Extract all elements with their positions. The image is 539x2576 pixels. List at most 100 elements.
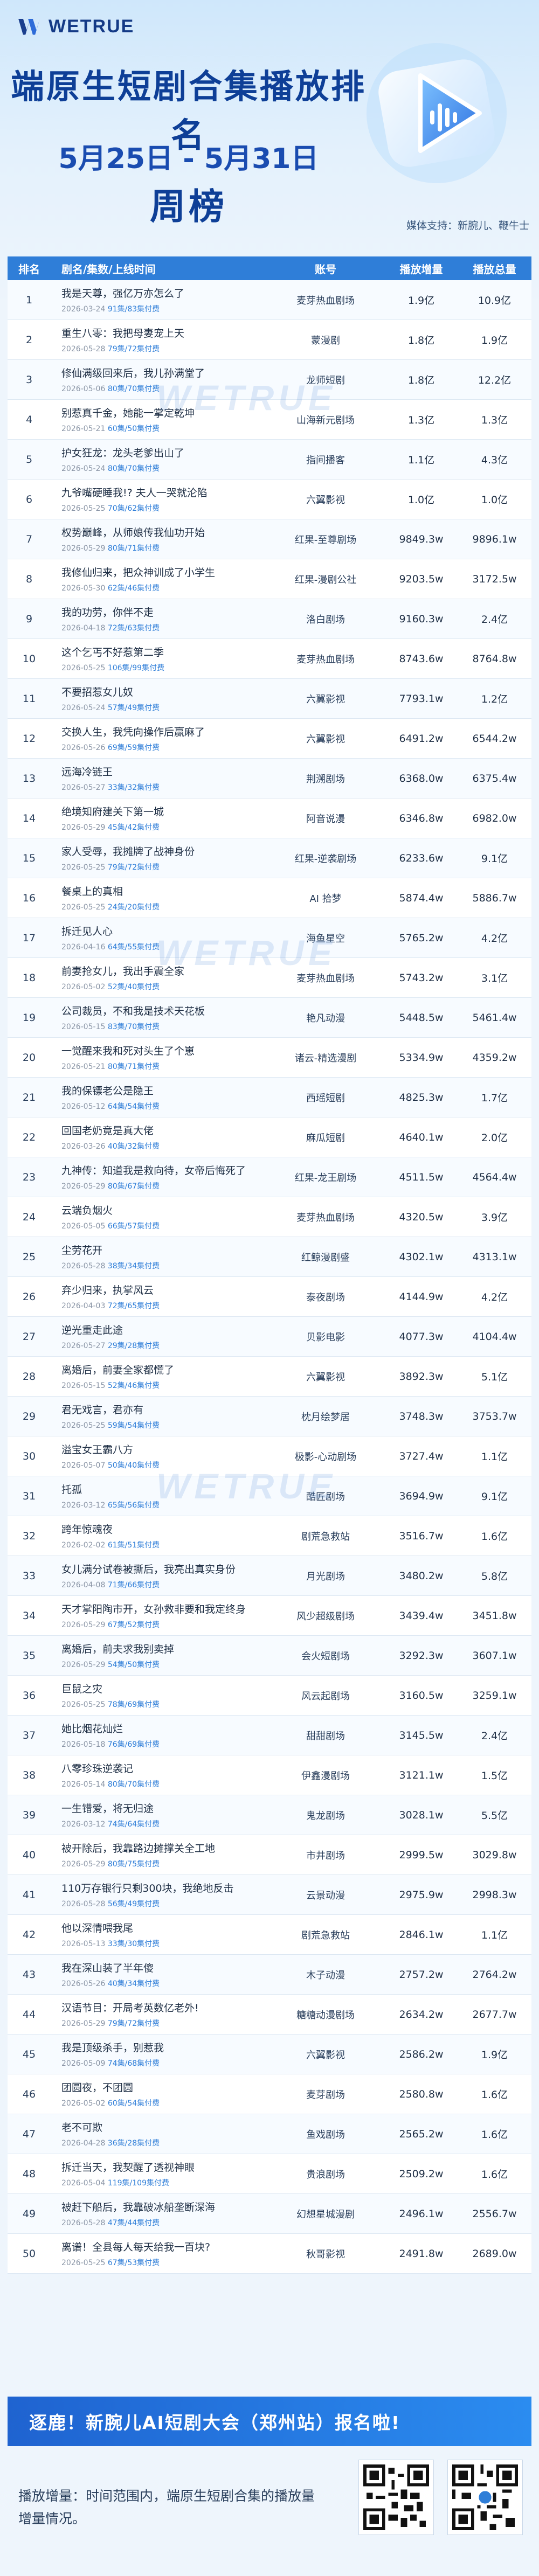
table-row[interactable]: 21 我的保镖老公是隐王 2026-05-12 64集/54集付费 西瑶短剧 4825.… [8, 1078, 531, 1117]
table-row[interactable]: 40 被开除后，我靠路边摊撑关全工地 2026-05-29 80集/75集付费 市井剧… [8, 1835, 531, 1875]
table-row[interactable]: 9 我的功劳，你伴不走 2026-04-18 72集/63集付费 洛白剧场 9160.3… [8, 599, 531, 639]
rank-cell: 27 [22, 1330, 36, 1343]
table-row[interactable]: 35 离婚后，前夫求我别卖掉 2026-05-29 54集/50集付费 会火短剧场 32… [8, 1636, 531, 1676]
table-row[interactable]: 13 远海冷链王 2026-05-27 33集/32集付费 荆溯剧场 6368.0w 63… [8, 759, 531, 799]
total-cell: 4359.2w [472, 1051, 517, 1064]
table-row[interactable]: 50 离谱！全县每人每天给我一百块? 2026-05-25 67集/53集付费 秋哥影… [8, 2234, 531, 2274]
date-range: 5月25日 - 5月31日 [58, 143, 319, 175]
table-row[interactable]: 49 被赶下船后，我靠破冰船垄断深海 2026-05-28 47集/44集付费 幻想星… [8, 2194, 531, 2234]
drama-title: 一觉醒来我和死对头生了个崽 [61, 1045, 195, 1057]
table-row[interactable]: 41 110万存银行只剩300块，我绝地反击 2026-05-28 56集/49集付… [8, 1875, 531, 1915]
episode-count: 119集/109集付费 [107, 2179, 169, 2188]
qr-code-icon[interactable] [358, 2460, 434, 2535]
rank-cell: 38 [22, 1769, 36, 1781]
table-row[interactable]: 45 我是顶级杀手，别惹我 2026-05-09 74集/68集付费 六翼影视 2586… [8, 2035, 531, 2074]
event-banner[interactable]: 逐鹿！新腕儿AI短剧大会（郑州站）报名啦! [8, 2397, 531, 2446]
table-row[interactable]: 31 托孤 2026-03-12 65集/56集付费 酷匠剧场 3694.9w 9.1亿 [8, 1476, 531, 1516]
table-row[interactable]: 33 女儿满分试卷被撕后，我亮出真实身份 2026-04-08 71集/66集付费 月… [8, 1556, 531, 1596]
drama-meta: 2026-05-29 80集/67集付费 [61, 1181, 266, 1191]
table-row[interactable]: 36 巨鼠之灾 2026-05-25 78集/69集付费 风云起剧场 3160.5w 32… [8, 1676, 531, 1716]
title-cell: 绝境知府建关下第一城 2026-05-29 45集/42集付费 [51, 804, 266, 832]
table-row[interactable]: 20 一觉醒来我和死对头生了个崽 2026-05-21 80集/71集付费 诸云-精选… [8, 1038, 531, 1078]
table-row[interactable]: 46 团圆夜，不团圆 2026-05-02 60集/54集付费 麦芽剧场 2580.8w… [8, 2074, 531, 2114]
rank-cell: 22 [22, 1131, 36, 1143]
table-row[interactable]: 42 他以深情喂我尾 2026-05-13 33集/30集付费 剧荒急救站 2846.1… [8, 1915, 531, 1955]
table-row[interactable]: 34 天才掌阳陶市开，女孙救非要和我定终身 2026-05-29 67集/52集付费… [8, 1596, 531, 1636]
table-row[interactable]: 24 云端负烟火 2026-05-05 66集/57集付费 麦芽热血剧场 4320.5w… [8, 1197, 531, 1237]
rank-cell: 24 [22, 1211, 36, 1223]
table-row[interactable]: 48 拆迁当天，我契醒了透视神眼 2026-05-04 119集/109集付费 贵浪剧… [8, 2154, 531, 2194]
table-row[interactable]: 39 一生错爱，将无归途 2026-03-12 74集/64集付费 鬼龙剧场 3028.… [8, 1795, 531, 1835]
table-row[interactable]: 25 尘劳花开 2026-05-28 38集/34集付费 红鲸漫剧盛 4302.1w 43… [8, 1237, 531, 1277]
table-row[interactable]: 22 回国老奶竟是真大佬 2026-03-26 40集/32集付费 麻瓜短剧 4640.… [8, 1117, 531, 1157]
account-cell: 六翼影视 [306, 2049, 345, 2061]
table-row[interactable]: 37 她比烟花灿烂 2026-05-18 76集/69集付费 甜甜剧场 3145.5w 2… [8, 1716, 531, 1755]
account-cell: 鱼戏剧场 [306, 2129, 345, 2141]
drama-title: 一生错爱，将无归途 [61, 1803, 154, 1815]
table-row[interactable]: 30 溢宝女王霸八方 2026-05-07 50集/40集付费 极影-心动剧场 3727… [8, 1436, 531, 1476]
table-row[interactable]: 27 逆光重走此途 2026-05-27 29集/28集付费 贝影电影 4077.3w 4… [8, 1317, 531, 1357]
table-row[interactable]: 47 老不可欺 2026-04-28 36集/28集付费 鱼戏剧场 2565.2w 1.6… [8, 2114, 531, 2154]
drama-meta: 2026-04-18 72集/63集付费 [61, 622, 266, 633]
table-row[interactable]: 4 别惹真千金，她能一掌定乾坤 2026-05-21 60集/50集付费 山海新元剧场… [8, 400, 531, 440]
table-row[interactable]: 29 君无戏言，君亦有 2026-05-25 59集/54集付费 枕月绘梦居 3748.… [8, 1397, 531, 1436]
release-date: 2026-05-29 [61, 1661, 106, 1669]
table-row[interactable]: 6 九爷嘴硬睡我!? 夫人一哭就沦陷 2026-05-25 70集/62集付费 六翼影… [8, 480, 531, 519]
table-row[interactable]: 26 弃少归来，执掌风云 2026-04-03 72集/65集付费 泰夜剧场 4144.… [8, 1277, 531, 1317]
rank-cell: 16 [22, 892, 36, 904]
table-row[interactable]: 14 绝境知府建关下第一城 2026-05-29 45集/42集付费 阿音说漫 6346… [8, 799, 531, 838]
drama-meta: 2026-05-30 62集/46集付费 [61, 582, 266, 593]
release-date: 2026-05-26 [61, 744, 106, 752]
table-row[interactable]: 8 我修仙归来，把众神训成了小学生 2026-05-30 62集/46集付费 红果-漫… [8, 559, 531, 599]
title-cell: 我在深山装了半年傻 2026-05-26 40集/34集付费 [51, 1960, 266, 1989]
drama-title: 被开除后，我靠路边摊撑关全工地 [61, 1843, 216, 1855]
episode-count: 79集/72集付费 [107, 345, 160, 353]
total-cell: 6544.2w [472, 732, 517, 745]
table-row[interactable]: 44 汉语节目：开局考英数亿老外! 2026-05-29 79集/72集付费 糖糖动漫… [8, 1995, 531, 2035]
release-date: 2026-05-28 [61, 1262, 106, 1270]
table-row[interactable]: 32 跨年惊魂夜 2026-02-02 61集/51集付费 剧荒急救站 3516.7w 1… [8, 1516, 531, 1556]
drama-meta: 2026-04-28 36集/28集付费 [61, 2137, 266, 2148]
table-row[interactable]: 16 餐桌上的真相 2026-05-25 24集/20集付费 AI 拾梦 5874.4w… [8, 878, 531, 918]
episode-count: 67集/52集付费 [107, 1621, 160, 1629]
total-cell: 2689.0w [472, 2247, 517, 2260]
account-cell: 海鱼星空 [306, 933, 345, 945]
account-cell: 木子动漫 [306, 1969, 345, 1981]
title-cell: 我的保镖老公是隐王 2026-05-12 64集/54集付费 [51, 1083, 266, 1112]
rank-cell: 48 [22, 2168, 36, 2180]
rank-cell: 50 [22, 2247, 36, 2260]
account-cell: 西瑶短剧 [306, 1092, 345, 1104]
title-cell: 云端负烟火 2026-05-05 66集/57集付费 [51, 1203, 266, 1231]
title-cell: 巨鼠之灾 2026-05-25 78集/69集付费 [51, 1681, 266, 1710]
title-cell: 修仙满级回来后，我儿孙满堂了 2026-05-06 80集/70集付费 [51, 365, 266, 394]
account-cell: 艳凡动漫 [306, 1012, 345, 1024]
rank-cell: 25 [22, 1251, 36, 1263]
table-row[interactable]: 23 九神传：知道我是救向待，女帝后悔死了 2026-05-29 80集/67集付费… [8, 1157, 531, 1197]
table-row[interactable]: 11 不要招惹女儿奴 2026-05-24 57集/49集付费 六翼影视 7793.1w… [8, 679, 531, 719]
table-row[interactable]: 38 八零珍珠逆袭记 2026-05-14 80集/70集付费 伊鑫漫剧场 3121.1… [8, 1755, 531, 1795]
drama-title: 她比烟花灿烂 [61, 1723, 123, 1735]
release-date: 2026-05-21 [61, 425, 106, 433]
table-row[interactable]: 10 这个乞丐不好惹第二季 2026-05-25 106集/99集付费 麦芽热血剧场 8… [8, 639, 531, 679]
increment-cell: 2491.8w [399, 2247, 444, 2260]
table-row[interactable]: 19 公司裁员，不和我是技术天花板 2026-05-15 83集/70集付费 艳凡动漫… [8, 998, 531, 1038]
table-row[interactable]: 43 我在深山装了半年傻 2026-05-26 40集/34集付费 木子动漫 2757.… [8, 1955, 531, 1995]
account-cell: 市井剧场 [306, 1850, 345, 1862]
table-row[interactable]: 17 拆迁见人心 2026-04-16 64集/55集付费 海鱼星空 5765.2w 4.… [8, 918, 531, 958]
table-row[interactable]: 12 交换人生，我凭向操作后赢麻了 2026-05-26 69集/59集付费 六翼影视… [8, 719, 531, 759]
table-row[interactable]: 3 修仙满级回来后，我儿孙满堂了 2026-05-06 80集/70集付费 龙师短剧 1… [8, 360, 531, 400]
title-cell: 团圆夜，不团圆 2026-05-02 60集/54集付费 [51, 2080, 266, 2108]
qr-code-icon[interactable] [447, 2460, 523, 2535]
table-row[interactable]: 7 权势巅峰，从师娘传我仙功开始 2026-05-29 80集/71集付费 红果-至尊… [8, 519, 531, 559]
release-date: 2026-05-29 [61, 1621, 106, 1629]
table-row[interactable]: 1 我是天尊，强亿万亦怎么了 2026-03-24 91集/83集付费 麦芽热血剧场 1… [8, 280, 531, 320]
increment-cell: 1.0亿 [407, 494, 435, 506]
table-row[interactable]: 5 护女狂龙：龙头老爹出山了 2026-05-24 80集/70集付费 指间播客 1.1… [8, 440, 531, 480]
table-row[interactable]: 18 前妻抢女儿，我出手震全家 2026-05-02 52集/40集付费 麦芽热血剧场… [8, 958, 531, 998]
account-cell: 风少超级剧场 [296, 1610, 355, 1622]
table-row[interactable]: 28 离婚后，前妻全家都慌了 2026-05-15 52集/46集付费 六翼影视 389… [8, 1357, 531, 1397]
release-date: 2026-05-25 [61, 903, 106, 912]
table-row[interactable]: 15 家人受辱，我摊牌了战神身份 2026-05-25 79集/72集付费 红果-逆袭… [8, 838, 531, 878]
table-row[interactable]: 2 重生八零：我把母妻宠上天 2026-05-28 79集/72集付费 蒙漫剧 1.8亿… [8, 320, 531, 360]
drama-meta: 2026-05-04 119集/109集付费 [61, 2177, 266, 2188]
